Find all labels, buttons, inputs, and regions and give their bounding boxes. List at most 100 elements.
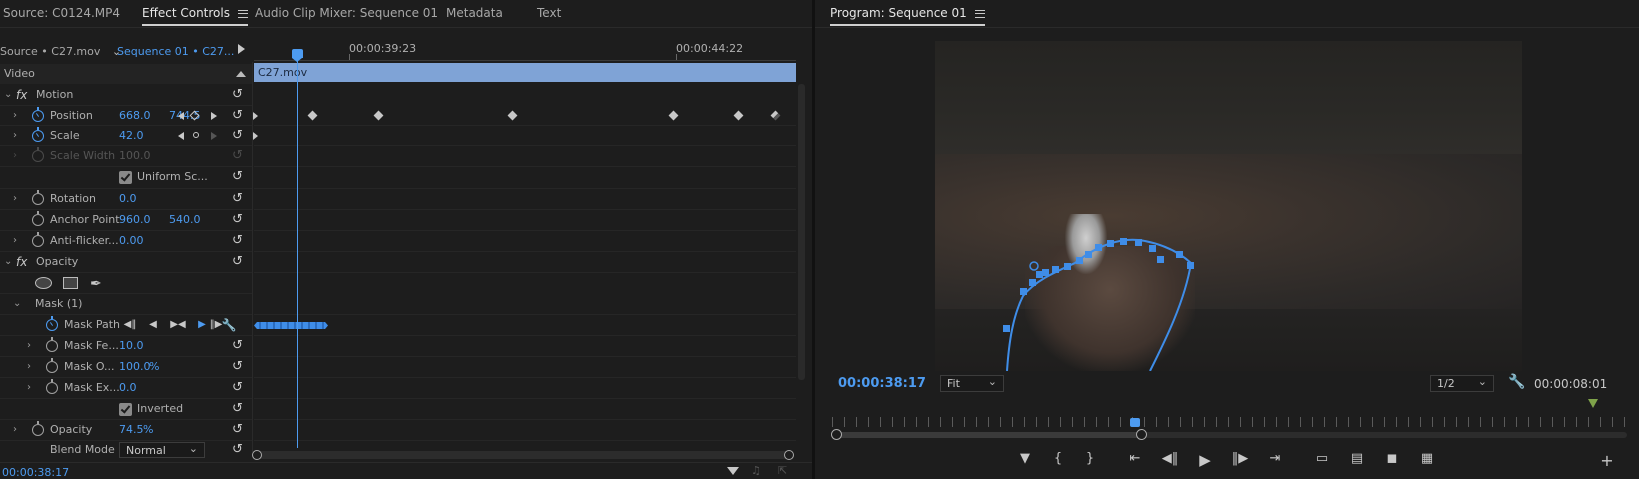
reset-icon[interactable]: ↺ (232, 252, 243, 272)
stopwatch-icon[interactable] (32, 190, 44, 205)
chevron-right-icon[interactable]: › (13, 420, 17, 440)
blend-mode-dropdown[interactable]: Normal ⌄ (119, 442, 205, 458)
audio-only-icon[interactable]: ♫ (751, 464, 761, 477)
go-to-in-icon[interactable]: ⇤ (1125, 451, 1145, 466)
panel-menu-icon[interactable] (237, 9, 248, 18)
filter-icon[interactable] (727, 467, 739, 475)
scale-value[interactable]: 42.0 (119, 126, 144, 146)
mask-row[interactable]: ⌄ Mask (1) (0, 294, 252, 314)
clip-bar[interactable]: C27.mov (254, 63, 796, 82)
reset-icon[interactable]: ↺ (232, 357, 243, 377)
tab-effect-controls[interactable]: Effect Controls (142, 6, 248, 26)
tab-program[interactable]: Program: Sequence 01 (830, 6, 985, 26)
play-icon[interactable]: ▶ (1195, 451, 1215, 469)
reset-icon[interactable]: ↺ (232, 85, 243, 105)
sequence-selector[interactable]: Sequence 01 • C27... (117, 45, 234, 58)
fx-icon[interactable]: fx (16, 85, 27, 105)
chevron-right-icon[interactable]: › (27, 378, 31, 398)
program-video-frame[interactable] (935, 41, 1522, 371)
compare-view-icon[interactable]: ▦ (1417, 451, 1437, 466)
program-playhead[interactable] (1130, 418, 1140, 427)
stopwatch-icon[interactable] (32, 107, 44, 122)
chevron-down-icon[interactable]: ⌄ (4, 252, 12, 272)
tab-source[interactable]: Source: C0124.MP4 (3, 6, 120, 20)
current-timecode[interactable]: 00:00:38:17 (2, 466, 69, 479)
reset-icon[interactable]: ↺ (232, 378, 243, 398)
stopwatch-icon[interactable] (32, 421, 44, 436)
reset-icon[interactable]: ↺ (232, 167, 243, 187)
chevron-right-icon[interactable]: › (13, 126, 17, 146)
step-back-icon[interactable]: ◀‖ (1160, 451, 1180, 466)
chevron-right-icon[interactable]: › (27, 336, 31, 356)
timeline-zoom-scrollbar[interactable] (252, 450, 794, 460)
track-both-icon[interactable]: ▶◀ (168, 315, 188, 335)
reset-icon[interactable]: ↺ (232, 440, 243, 460)
playhead-handle[interactable] (292, 49, 303, 58)
resolution-dropdown[interactable]: 1/2 ⌄ (1430, 375, 1494, 392)
anchor-y-value[interactable]: 540.0 (169, 210, 201, 230)
track-back-one-icon[interactable]: ◀ (143, 315, 163, 335)
camera-icon[interactable]: ◼ (1382, 451, 1402, 466)
uniform-scale-checkbox[interactable] (119, 171, 132, 184)
mask-path-keyframes[interactable] (254, 322, 328, 329)
chevron-right-icon[interactable]: › (13, 189, 17, 209)
rotation-value[interactable]: 0.0 (119, 189, 137, 209)
prev-keyframe-icon[interactable] (178, 132, 184, 140)
tab-audio-clip-mixer[interactable]: Audio Clip Mixer: Sequence 01 (255, 6, 438, 20)
stopwatch-icon[interactable] (32, 127, 44, 142)
chevron-right-icon[interactable]: › (13, 231, 17, 251)
keyframe-partial-left[interactable] (253, 132, 258, 140)
stopwatch-icon[interactable] (46, 358, 58, 373)
mark-in-icon[interactable]: { (1048, 451, 1068, 466)
opacity-value[interactable]: 74.5 (119, 420, 144, 440)
reset-icon[interactable]: ↺ (232, 189, 243, 209)
zoom-range[interactable] (837, 432, 1142, 438)
anchor-x-value[interactable]: 960.0 (119, 210, 151, 230)
add-marker-icon[interactable]: ▼ (1015, 451, 1035, 466)
opacity-group-row[interactable]: ⌄ fx Opacity ↺ (0, 252, 252, 272)
chevron-down-icon[interactable]: ⌄ (4, 85, 12, 105)
position-x-value[interactable]: 668.0 (119, 106, 151, 126)
source-selector[interactable]: Source • C27.mov ⌄ (0, 45, 121, 58)
keyframe[interactable] (668, 110, 679, 121)
reset-icon[interactable]: ↺ (232, 420, 243, 440)
chevron-right-icon[interactable]: › (13, 146, 17, 166)
mask-feather-value[interactable]: 10.0 (119, 336, 144, 356)
next-keyframe-icon[interactable] (211, 132, 217, 140)
out-marker[interactable] (1588, 399, 1598, 408)
zoom-handle-right[interactable] (1136, 429, 1147, 440)
mark-out-icon[interactable]: } (1080, 451, 1100, 466)
reset-icon[interactable]: ↺ (232, 231, 243, 251)
next-keyframe-icon[interactable] (211, 112, 217, 120)
add-button-icon[interactable]: + (1597, 451, 1617, 470)
prev-keyframe-icon[interactable] (178, 112, 184, 120)
stopwatch-icon[interactable] (32, 232, 44, 247)
program-timecode[interactable]: 00:00:38:17 (838, 376, 926, 391)
chevron-right-icon[interactable]: › (27, 357, 31, 377)
zoom-handle-left[interactable] (252, 450, 262, 460)
rectangle-mask-icon[interactable] (63, 277, 78, 289)
inverted-checkbox[interactable] (119, 403, 132, 416)
reset-icon[interactable]: ↺ (232, 106, 243, 126)
motion-row[interactable]: ⌄ fx Motion ↺ (0, 85, 252, 105)
panel-menu-icon[interactable] (974, 9, 985, 18)
vertical-scrollbar[interactable] (798, 84, 805, 380)
stopwatch-icon[interactable] (32, 211, 44, 226)
go-to-out-icon[interactable]: ⇥ (1265, 451, 1285, 466)
reset-icon[interactable]: ↺ (232, 126, 243, 146)
mask-opacity-value[interactable]: 100.0 (119, 357, 151, 377)
extract-icon[interactable]: ▤ (1347, 451, 1367, 466)
keyframe[interactable] (307, 110, 318, 121)
tab-metadata[interactable]: Metadata (446, 6, 503, 20)
mask-path-overlay[interactable] (935, 41, 1522, 371)
export-icon[interactable]: ⇱ (778, 464, 787, 477)
scroll-up-icon[interactable] (236, 71, 246, 77)
stopwatch-icon[interactable] (46, 379, 58, 394)
pen-mask-icon[interactable]: ✒ (90, 274, 102, 294)
keyframe[interactable] (770, 110, 781, 121)
zoom-handle-left[interactable] (831, 429, 842, 440)
add-keyframe-icon[interactable] (193, 132, 199, 138)
wrench-icon[interactable]: 🔧 (219, 315, 239, 335)
track-backward-icon[interactable]: ◀‖ (120, 315, 140, 335)
fx-icon[interactable]: fx (16, 252, 27, 272)
